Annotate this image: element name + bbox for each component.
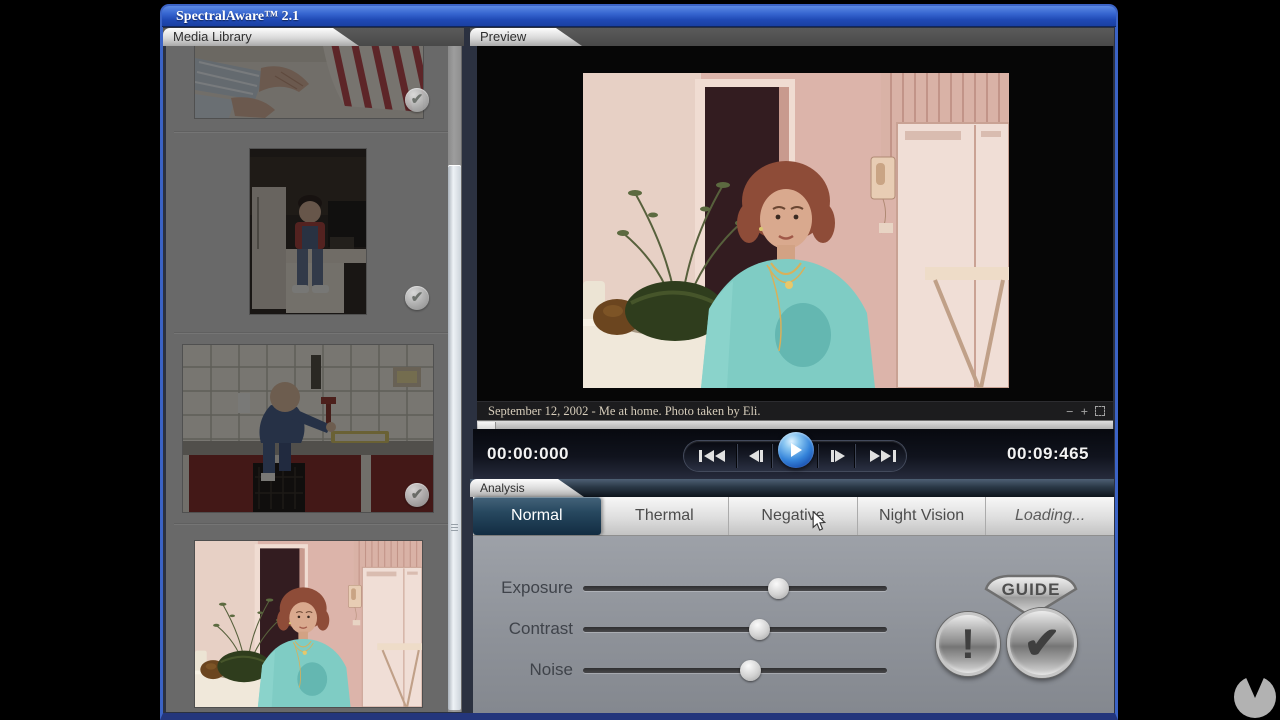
noise-slider-track[interactable]	[583, 668, 887, 673]
divider	[737, 444, 738, 468]
tab-negative[interactable]: Negative	[728, 497, 857, 535]
slider-thumb[interactable]	[740, 660, 761, 681]
skip-end-icon	[869, 449, 896, 463]
caption-text: September 12, 2002 - Me at home. Photo t…	[488, 404, 1059, 419]
skip-start-icon	[699, 449, 726, 463]
tab-normal[interactable]: Normal	[473, 497, 601, 535]
checkmark-badge[interactable]: ✔	[405, 286, 429, 310]
divider	[855, 444, 856, 468]
tab-thermal[interactable]: Thermal	[601, 497, 729, 535]
analysis-header: Analysis	[470, 479, 1114, 497]
thumbnail-image	[195, 541, 422, 707]
contrast-label: Contrast	[473, 617, 573, 641]
thumbnail-image	[183, 345, 433, 512]
window-title: SpectralAware™ 2.1	[176, 9, 299, 24]
analysis-panel: Exposure Contrast Noise	[473, 536, 1114, 713]
zoom-in-icon[interactable]: +	[1081, 402, 1088, 421]
checkmark-icon: ✔	[1024, 618, 1061, 669]
total-time: 00:09:465	[1007, 444, 1089, 464]
mouse-cursor	[812, 511, 826, 532]
play-button[interactable]	[778, 432, 814, 468]
tab-loading[interactable]: Loading...	[985, 497, 1114, 535]
media-library-tab-label: Media Library	[173, 29, 252, 44]
zoom-out-icon[interactable]: −	[1066, 402, 1073, 421]
media-library-scrollbar-thumb[interactable]	[448, 165, 461, 710]
media-item-woman-photo[interactable]	[195, 541, 422, 707]
exposure-label: Exposure	[473, 576, 573, 600]
screen: SpectralAware™ 2.1 Media Library	[0, 0, 1280, 720]
media-item-baby-photo[interactable]: ✔	[183, 345, 433, 512]
tab-night-vision[interactable]: Night Vision	[857, 497, 986, 535]
preview-tab-label: Preview	[480, 29, 526, 44]
title-bar[interactable]: SpectralAware™ 2.1	[162, 6, 1116, 27]
caption-bar: September 12, 2002 - Me at home. Photo t…	[477, 401, 1113, 420]
media-separator	[174, 332, 450, 334]
divider	[772, 444, 773, 468]
media-item-hands-photo[interactable]: ✔	[195, 46, 423, 118]
timeline-progress-bar[interactable]	[477, 420, 1113, 429]
analysis-tab-label: Analysis	[480, 481, 525, 495]
step-forward-icon	[830, 449, 847, 463]
scrollbar-grip	[451, 524, 458, 533]
contrast-slider-track[interactable]	[583, 627, 887, 632]
play-icon	[789, 442, 803, 458]
exposure-slider-track[interactable]	[583, 586, 887, 591]
divider	[818, 444, 819, 468]
media-separator	[174, 523, 450, 525]
media-library-panel: ✔ ✔	[166, 46, 462, 712]
step-back-icon	[747, 449, 764, 463]
timeline-played-segment	[478, 422, 496, 429]
preview-photo	[583, 73, 1009, 388]
step-forward-button[interactable]	[824, 441, 852, 471]
slider-thumb[interactable]	[749, 619, 770, 640]
skip-start-button[interactable]	[692, 441, 732, 471]
media-library-header: Media Library	[163, 28, 464, 46]
media-separator	[174, 131, 450, 133]
skip-end-button[interactable]	[862, 441, 902, 471]
media-item-boy-photo[interactable]: ✔	[250, 149, 366, 314]
media-library-tab: Media Library	[163, 28, 359, 46]
confirm-button[interactable]: ✔	[1007, 608, 1077, 678]
watermark-logo	[1229, 671, 1280, 720]
transport-bar: 00:00:000 00:09:465	[473, 429, 1114, 479]
alert-button[interactable]: !	[936, 612, 1000, 676]
checkmark-badge[interactable]: ✔	[405, 88, 429, 112]
checkmark-badge[interactable]: ✔	[405, 483, 429, 507]
media-library-scrollbar-track[interactable]	[448, 46, 461, 712]
preview-viewport: September 12, 2002 - Me at home. Photo t…	[477, 46, 1113, 429]
analysis-mode-tabs: Normal Thermal Negative Night Vision Loa…	[473, 497, 1114, 536]
preview-header: Preview	[470, 28, 1114, 46]
slider-thumb[interactable]	[768, 578, 789, 599]
exclamation-icon: !	[961, 620, 975, 668]
thumbnail-image	[250, 149, 366, 314]
noise-label: Noise	[473, 658, 573, 682]
step-back-button[interactable]	[741, 441, 769, 471]
thumbnail-image	[195, 46, 423, 118]
expand-icon[interactable]	[1095, 406, 1105, 416]
guide-label: GUIDE	[1002, 580, 1061, 599]
current-time: 00:00:000	[487, 444, 569, 464]
